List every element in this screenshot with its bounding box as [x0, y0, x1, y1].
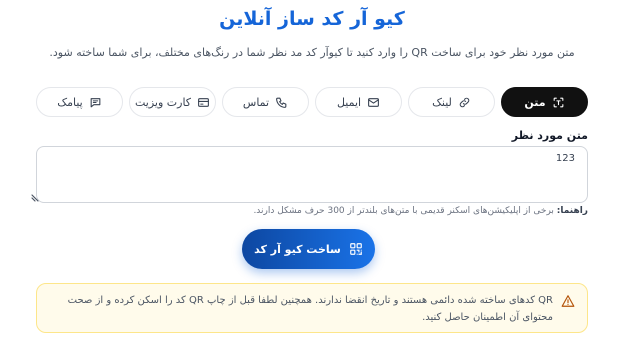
page-subtitle: متن مورد نظر خود برای ساخت QR را وارد کن…: [49, 46, 575, 59]
tab-contact-label: تماس: [242, 95, 270, 109]
generate-qr-button[interactable]: ساخت کیو آر کد: [242, 229, 375, 269]
tab-business-card[interactable]: کارت ویزیت: [129, 87, 216, 117]
page-title: کیو آر کد ساز آنلاین: [219, 8, 405, 30]
id-card-icon: [198, 97, 209, 107]
tab-business-card-label: کارت ویزیت: [134, 95, 192, 109]
tab-sms[interactable]: پیامک: [36, 87, 123, 117]
tab-email-label: ایمیل: [336, 95, 362, 109]
link-icon: [459, 97, 470, 107]
warning-icon: [561, 295, 575, 307]
hint-body: برخی از اپلیکیشن‌های اسکنر قدیمی با متن‌…: [253, 206, 557, 216]
hint-text: راهنما: برخی از اپلیکیشن‌های اسکنر قدیمی…: [253, 206, 588, 216]
tab-sms-label: پیامک: [57, 95, 83, 109]
resize-handle-icon[interactable]: [31, 192, 41, 202]
text-scan-icon: [553, 97, 563, 107]
message-icon: [90, 97, 101, 107]
text-input[interactable]: [36, 146, 588, 203]
tab-contact[interactable]: تماس: [222, 87, 309, 117]
type-tabs: متن لینک ایمیل تماس کارت ویزیت پیامک: [36, 87, 588, 117]
hint-prefix: راهنما:: [556, 206, 588, 216]
tab-text-label: متن: [524, 95, 546, 109]
info-notice: QR کدهای ساخته شده دائمی هستند و تاریخ ا…: [36, 283, 588, 333]
mail-icon: [368, 97, 379, 107]
text-field-label: متن مورد نظر: [511, 129, 588, 142]
notice-text: QR کدهای ساخته شده دائمی هستند و تاریخ ا…: [67, 295, 553, 323]
tab-email[interactable]: ایمیل: [315, 87, 402, 117]
tab-link-label: لینک: [432, 95, 452, 109]
tab-text[interactable]: متن: [501, 87, 588, 117]
qr-code-icon: [349, 243, 362, 255]
generate-qr-label: ساخت کیو آر کد: [254, 242, 341, 256]
phone-icon: [276, 97, 287, 108]
tab-link[interactable]: لینک: [408, 87, 495, 117]
